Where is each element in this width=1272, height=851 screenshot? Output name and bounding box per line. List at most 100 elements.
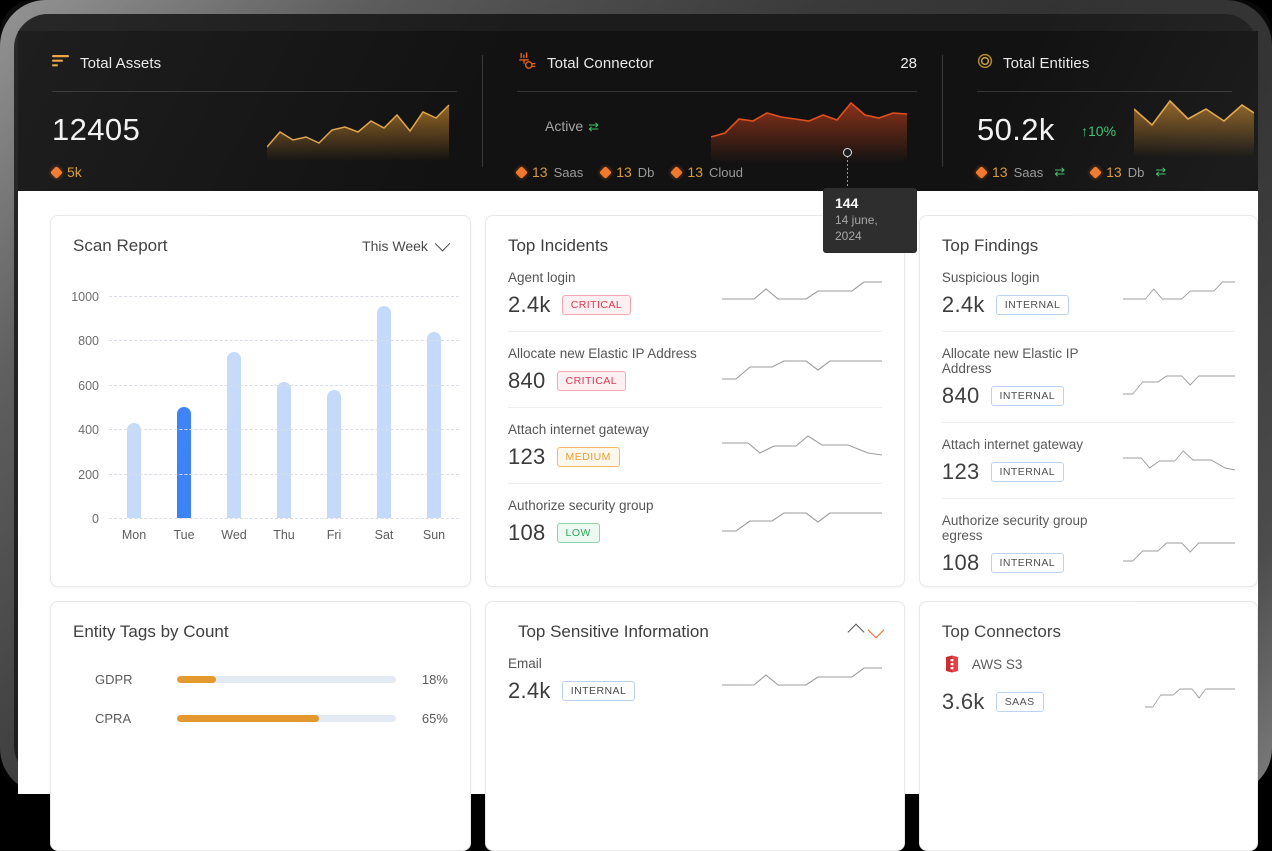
card-top-sensitive-information: Top Sensitive Information Email 2.4k INTER…	[484, 601, 905, 851]
chart-bar[interactable]	[427, 331, 441, 518]
list-item[interactable]: Allocate new Elastic IP Address 840 INTERN…	[941, 332, 1235, 423]
kpi-legend: 5k	[50, 164, 82, 180]
kpi-title: Total Connector	[547, 54, 654, 72]
list-item-value: 108	[941, 550, 980, 575]
row-sparkline	[1123, 375, 1235, 395]
kpi-card-total-assets[interactable]: Total Assets 12405 5k	[18, 31, 483, 191]
chart-bar-column[interactable]	[259, 296, 309, 518]
chart-y-tick-label: 400	[78, 423, 99, 438]
chart-bar[interactable]	[227, 351, 241, 518]
list-item-main: Email 2.4k INTERNAL	[508, 656, 722, 704]
diamond-icon	[1089, 165, 1102, 179]
list-item-sparkline	[1123, 535, 1235, 576]
chart-plot-area: 0 200 400 600 800 1000	[71, 290, 459, 526]
list-item-metrics: 123 INTERNAL	[942, 459, 1123, 485]
list-item-name: Agent login	[507, 270, 576, 285]
progress-track	[177, 715, 396, 722]
tooltip-stem	[847, 156, 848, 190]
chart-bar-column[interactable]	[359, 296, 409, 518]
list-item[interactable]: Authorize security group 108 LOW	[508, 484, 882, 559]
card-scan-report: Scan Report This Week 0 200 400 600 800 1000	[50, 215, 471, 587]
diamond-icon	[599, 165, 613, 179]
card-title: Top Sensitive Information	[517, 622, 709, 641]
list-item-value: 108	[507, 520, 546, 545]
chart-tooltip: 144 14 june, 2024	[823, 188, 917, 253]
card-title: Entity Tags by Count	[73, 622, 229, 641]
chart-y-tick-label: 800	[78, 334, 99, 349]
swap-icon: ⇄	[1155, 164, 1167, 179]
chart-gridline: 1000	[71, 290, 459, 304]
list-item-sparkline	[1123, 277, 1235, 318]
kpi-count: 28	[900, 54, 917, 72]
status-badge: INTERNAL	[990, 386, 1065, 406]
swap-icon: ⇄	[588, 119, 600, 134]
device-frame: Total Assets 12405 5k Total Connector 28…	[0, 0, 1272, 851]
chart-bar-column[interactable]	[159, 296, 209, 518]
entity-tag-percent: 18%	[421, 672, 448, 687]
chart-x-tick-label: Sat	[374, 528, 394, 542]
chart-y-tick-label: 600	[78, 378, 99, 393]
swap-icon: ⇄	[1054, 164, 1066, 179]
list-item-sparkline	[1123, 368, 1235, 409]
card-header-actions	[847, 621, 885, 641]
list-item-sparkline	[721, 663, 882, 704]
list-item-sparkline	[1123, 444, 1236, 485]
range-select[interactable]: This Week	[362, 235, 451, 254]
chart-bar[interactable]	[127, 422, 141, 518]
kpi-card-total-connector[interactable]: Total Connector 28 Active ⇄ 13 Saas 13 D…	[483, 31, 943, 253]
list-item-main: Suspicious login 2.4k INTERNAL	[942, 270, 1123, 318]
chart-bar-column[interactable]	[409, 296, 459, 518]
chart-bar[interactable]	[277, 382, 291, 518]
row-sparkline	[1123, 281, 1235, 300]
kpi-body: Active ⇄ 13 Saas 13 Db 13 Cloud 144 14 j…	[515, 92, 917, 253]
card-top-incidents: Top Incidents Agent login 2.4k CRITICAL All…	[484, 215, 905, 587]
list-item[interactable]: Attach internet gateway 123 MEDIUM	[507, 408, 882, 484]
status-badge: INTERNAL	[561, 681, 636, 701]
progress-fill	[177, 676, 217, 683]
list-item-metrics: 2.4k CRITICAL	[508, 292, 722, 318]
tooltip-date: 14 june, 2024	[835, 213, 878, 243]
list-item-main: Allocate new Elastic IP Address 840 CRITIC…	[508, 346, 722, 394]
chart-bar-column[interactable]	[109, 296, 159, 518]
list-item-sparkline	[721, 277, 882, 318]
kpi-card-total-entities[interactable]: Total Entities 50.2k ↑10% 13 Saas ⇄ 13 D…	[943, 31, 1258, 191]
row-sparkline	[721, 360, 882, 380]
connector-item[interactable]: AWS S3 3.6k SAAS	[942, 654, 1235, 722]
connector-header: AWS S3	[942, 654, 1235, 674]
chart-bar[interactable]	[377, 306, 391, 518]
legend-value: 13	[1106, 164, 1122, 180]
chart-gridline: 600	[78, 379, 459, 393]
connector-value: 3.6k	[941, 688, 985, 714]
entity-tag-row: GDPR 18%	[73, 672, 448, 687]
chart-bar-column[interactable]	[309, 296, 359, 518]
list-item-metrics: 108 LOW	[508, 520, 722, 546]
scroll-up-icon[interactable]	[847, 623, 865, 641]
list-item[interactable]: Agent login 2.4k CRITICAL	[507, 256, 882, 332]
status-badge: CRITICAL	[556, 371, 626, 391]
list-item-value: 123	[507, 444, 546, 469]
kpi-value: 50.2k	[977, 112, 1055, 147]
dashboard-row-1: Scan Report This Week 0 200 400 600 800 1000	[50, 215, 1258, 587]
list-item[interactable]: Email 2.4k INTERNAL	[508, 642, 882, 717]
card-header: Entity Tags by Count	[51, 602, 470, 642]
scroll-down-icon[interactable]	[867, 621, 885, 639]
progress-fill	[177, 715, 320, 722]
kpi-legend: 13 Saas ⇄ 13 Db ⇄	[975, 164, 1167, 180]
card-top-connectors: Top Connectors AWS S3 3.6k SAAS	[918, 601, 1258, 851]
list-item[interactable]: Authorize security group egress 108 INTERN…	[942, 499, 1235, 589]
chart-bar[interactable]	[177, 407, 191, 518]
chart-bar-column[interactable]	[209, 296, 259, 518]
list-item[interactable]: Allocate new Elastic IP Address 840 CRITIC…	[507, 332, 882, 408]
chart-bar[interactable]	[327, 390, 341, 518]
diamond-icon	[50, 165, 63, 179]
ring-icon	[977, 53, 993, 74]
tooltip-value: 144	[835, 195, 859, 211]
status-badge: CRITICAL	[561, 295, 632, 315]
entity-tag-row: CPRA 65%	[73, 711, 448, 726]
sensitive-list: Email 2.4k INTERNAL	[486, 642, 904, 717]
chart-gridline: 400	[78, 423, 459, 437]
list-item[interactable]: Attach internet gateway 123 INTERNAL	[941, 423, 1236, 499]
incidents-list: Agent login 2.4k CRITICAL Allocate new Elas…	[486, 256, 904, 559]
list-item[interactable]: Suspicious login 2.4k INTERNAL	[941, 256, 1235, 332]
entities-sparkline	[1133, 95, 1255, 162]
